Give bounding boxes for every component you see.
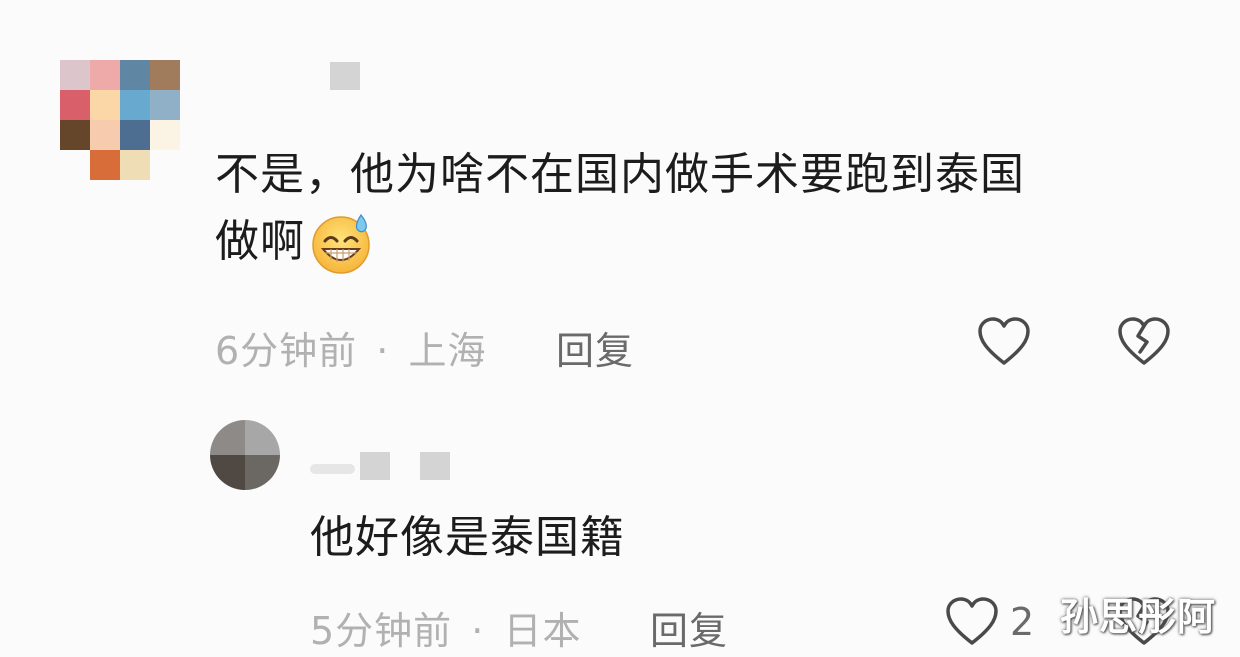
avatar-pixel [60,150,90,180]
avatar-pixel [90,90,120,120]
avatar-pixel [150,120,180,150]
reply-like-button[interactable] [944,596,1000,648]
avatar-pixel [150,90,180,120]
comment-location: 上海 [408,329,487,373]
avatar-pixel [150,60,180,90]
avatar-pixel [210,420,245,455]
avatar-pixel [120,120,150,150]
avatar-pixel [60,90,90,120]
comment-text: 不是，他为啥不在国内做手术要跑到泰国 做啊 [215,142,1215,276]
avatar-pixel [245,420,280,455]
avatar-pixel [245,455,280,490]
comment-text-line2-text: 做啊 [215,215,305,267]
reply-location: 日本 [503,609,582,653]
avatar-pixel [60,120,90,150]
avatar-pixel [90,120,120,150]
like-button[interactable] [976,316,1032,368]
meta-separator: · [376,329,390,373]
reply-meta: 5分钟前 · 日本 [310,600,581,655]
meta-separator: · [471,609,485,653]
avatar-pixel [150,150,180,180]
comment-text-line2: 做啊 [215,209,1215,276]
reply-avatar[interactable] [210,420,280,490]
heart-outline-icon [976,317,1032,372]
avatar[interactable] [60,60,180,180]
reply-text: 他好像是泰国籍 [310,512,625,563]
avatar-pixel [90,150,120,180]
username-blurred[interactable] [330,62,360,90]
watermark: 孙思彤阿 [1060,595,1217,639]
comment-time: 6分钟前 [215,329,358,373]
comment-meta: 6分钟前 · 上海 [215,320,486,375]
avatar-pixel [60,60,90,90]
reply-button[interactable]: 回复 [556,320,634,375]
dislike-button[interactable] [1116,316,1172,368]
reply-reply-button[interactable]: 回复 [650,600,728,655]
heart-outline-icon [944,597,1000,652]
avatar-pixel [120,60,150,90]
reply-time: 5分钟前 [310,609,453,653]
avatar-pixel [210,455,245,490]
reply-username-blurred[interactable] [310,450,450,480]
sweat-smile-emoji-icon [309,209,375,275]
avatar-pixel [120,90,150,120]
like-count: 2 [1010,600,1035,644]
comment-text-line1: 不是，他为啥不在国内做手术要跑到泰国 [215,149,1025,200]
broken-heart-icon [1116,317,1172,372]
avatar-pixel [120,150,150,180]
avatar-pixel [90,60,120,90]
